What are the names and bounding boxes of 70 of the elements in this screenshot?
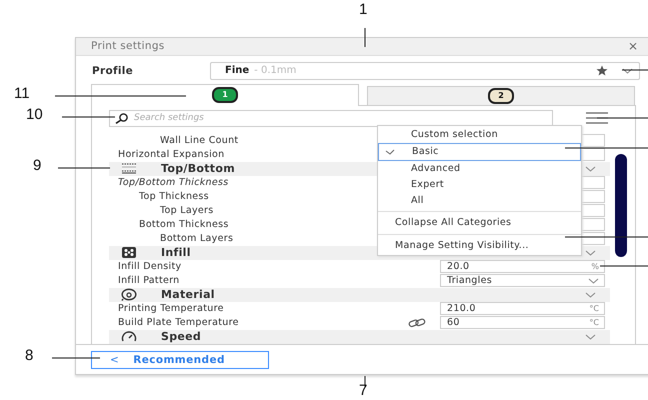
menu-item[interactable]: Advanced: [378, 160, 581, 177]
chevron-down-icon: [585, 334, 596, 340]
setting-label: Top Thickness: [139, 191, 209, 202]
category-label: Top/Bottom: [161, 162, 235, 176]
setting-dropdown[interactable]: Triangles: [440, 274, 605, 288]
chevron-down-icon: [585, 292, 596, 298]
check-icon: [385, 148, 395, 155]
category-header[interactable]: Speed: [109, 330, 610, 344]
setting-label: Infill Density: [118, 261, 182, 272]
setting-label: Printing Temperature: [118, 303, 224, 314]
category-icon: [121, 162, 137, 176]
unit-label: %: [591, 262, 599, 272]
setting-field[interactable]: 20.0 %: [440, 260, 605, 274]
field-value: Triangles: [447, 275, 492, 286]
menu-item[interactable]: Custom selection: [378, 126, 581, 143]
menu-item[interactable]: All: [378, 192, 581, 209]
leader-line: [62, 116, 116, 118]
unit-label: °C: [589, 304, 599, 314]
category-icon: [121, 246, 137, 260]
leader-line: [364, 28, 366, 48]
menu-icon: [586, 112, 608, 124]
tab[interactable]: 2: [367, 86, 635, 106]
leader-line: [364, 376, 366, 388]
category-header[interactable]: Material: [109, 288, 610, 302]
setting-label: Top/Bottom Thickness: [118, 177, 228, 188]
setting-label: Build Plate Temperature: [118, 317, 239, 328]
chevron-down-icon: [622, 68, 633, 74]
callout-number: 9: [33, 158, 42, 173]
search-field[interactable]: Search settings: [109, 110, 553, 127]
field-value: 20.0: [447, 261, 470, 272]
setting-label: Infill Pattern: [118, 275, 180, 286]
setting-label: Top Layers: [160, 205, 214, 216]
search-icon: [115, 112, 129, 124]
callout-number: 1: [359, 2, 368, 17]
category-icon: [121, 288, 137, 302]
callout-number: 8: [25, 348, 34, 363]
profile-name: Fine: [225, 65, 250, 76]
profile-dropdown[interactable]: Fine - 0.1mm: [210, 62, 640, 80]
category-icon: [121, 330, 137, 344]
callout-number: 7: [359, 383, 368, 398]
recommended-button[interactable]: < Recommended: [91, 350, 269, 369]
callout-number: 11: [14, 86, 30, 101]
chevron-down-icon: [588, 278, 599, 284]
setting-field[interactable]: 210.0 °C: [440, 302, 605, 316]
menu-item[interactable]: Basic: [378, 142, 581, 161]
category-label: Material: [161, 288, 215, 302]
tab[interactable]: 1: [91, 84, 359, 106]
chevron-down-icon: [585, 250, 596, 256]
field-value: 210.0: [447, 303, 476, 314]
star-icon: [596, 65, 608, 76]
unit-label: °C: [589, 318, 599, 328]
category-label: Speed: [161, 330, 202, 344]
profile-label: Profile: [92, 64, 134, 77]
chevron-down-icon: [585, 166, 596, 172]
setting-label: Horizontal Expansion: [118, 149, 224, 160]
setting-label: Bottom Thickness: [139, 219, 229, 230]
setting-label: Bottom Layers: [160, 233, 234, 244]
setting-field[interactable]: 60 °C: [440, 316, 605, 330]
field-value: 60: [447, 317, 460, 328]
scrollbar-thumb[interactable]: [615, 154, 627, 257]
profile-detail: - 0.1mm: [254, 65, 296, 76]
callout-number: 10: [26, 107, 43, 122]
badge-icon: 1: [212, 87, 238, 104]
category-label: Infill: [161, 246, 191, 260]
close-button[interactable]: ×: [628, 39, 648, 54]
window-title: Print settings: [91, 40, 166, 52]
setting-label: Wall Line Count: [160, 135, 238, 146]
badge-icon: 2: [488, 88, 514, 104]
menu-item[interactable]: Collapse All Categories: [378, 214, 581, 232]
menu-item[interactable]: Expert: [378, 176, 581, 193]
